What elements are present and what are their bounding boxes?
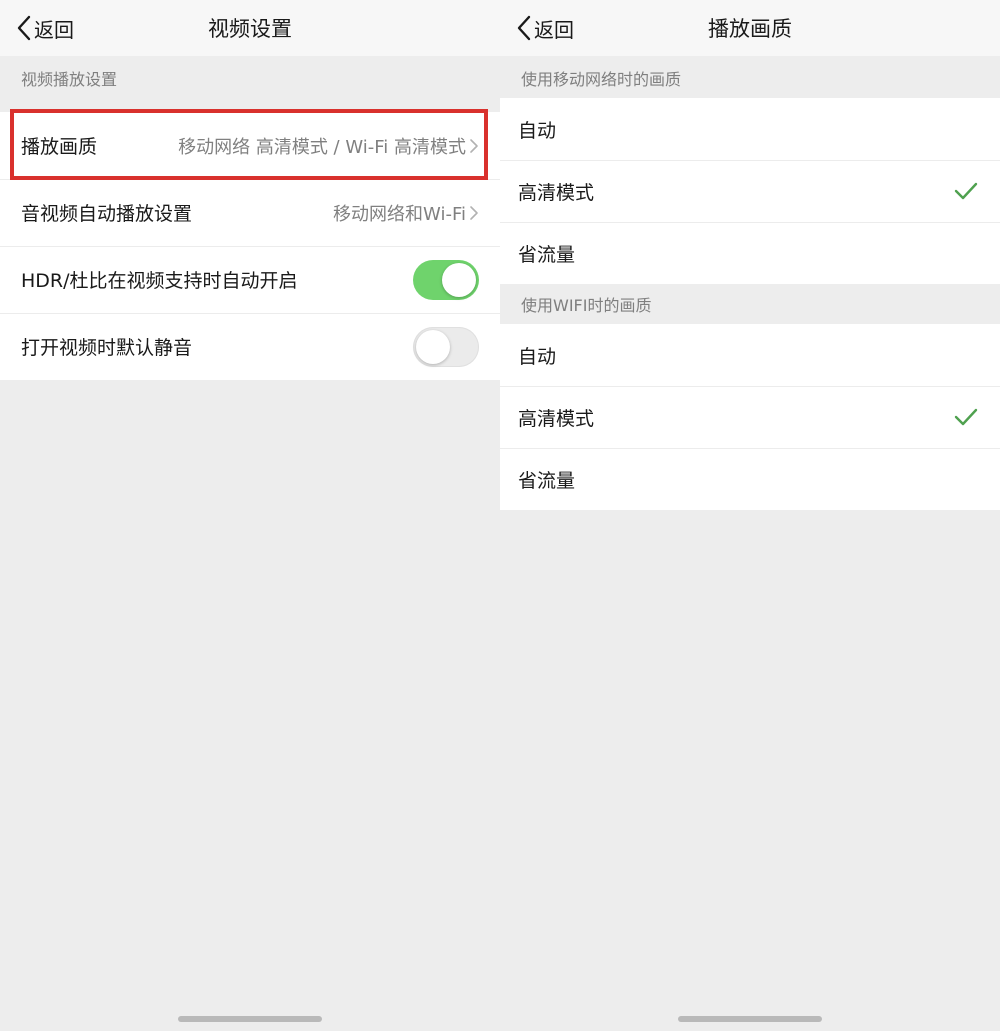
mobile-option-hd[interactable]: 高清模式 <box>500 160 1000 222</box>
chevron-right-icon <box>470 205 478 220</box>
section-header-mobile: 使用移动网络时的画质 <box>521 70 682 89</box>
settings-group: 播放画质 移动网络 高清模式 / Wi-Fi 高清模式 音视频自动播放设置 移动… <box>0 112 500 380</box>
playback-quality-row[interactable]: 播放画质 移动网络 高清模式 / Wi-Fi 高清模式 <box>0 112 500 179</box>
option-label: 自动 <box>518 119 557 142</box>
hdr-dolby-label: HDR/杜比在视频支持时自动开启 <box>21 270 298 292</box>
option-label: 高清模式 <box>518 407 595 430</box>
option-label: 省流量 <box>518 243 576 266</box>
autoplay-settings-value: 移动网络和Wi-Fi <box>333 203 466 225</box>
mobile-option-auto[interactable]: 自动 <box>500 98 1000 160</box>
default-mute-toggle[interactable] <box>413 326 479 367</box>
playback-quality-value: 移动网络 高清模式 / Wi-Fi 高清模式 <box>178 136 466 158</box>
option-label: 省流量 <box>518 469 576 492</box>
checkmark-icon <box>954 408 978 426</box>
hdr-dolby-row: HDR/杜比在视频支持时自动开启 <box>0 246 500 313</box>
mobile-option-save-data[interactable]: 省流量 <box>500 222 1000 284</box>
chevron-right-icon <box>470 138 478 153</box>
section-header-wifi: 使用WIFI时的画质 <box>521 296 652 315</box>
option-label: 高清模式 <box>518 181 595 204</box>
default-mute-row: 打开视频时默认静音 <box>0 313 500 380</box>
autoplay-settings-row[interactable]: 音视频自动播放设置 移动网络和Wi-Fi <box>0 179 500 246</box>
playback-quality-screen: 返回 播放画质 使用移动网络时的画质 自动 高清模式 省流量 使用WIFI时的画… <box>500 0 1000 1031</box>
toggle-knob <box>442 262 476 297</box>
wifi-option-auto[interactable]: 自动 <box>500 324 1000 386</box>
autoplay-settings-label: 音视频自动播放设置 <box>21 203 193 225</box>
nav-bar: 返回 播放画质 <box>500 0 1000 56</box>
checkmark-icon <box>954 182 978 200</box>
default-mute-label: 打开视频时默认静音 <box>21 337 193 359</box>
wifi-option-save-data[interactable]: 省流量 <box>500 448 1000 510</box>
wifi-quality-group: 自动 高清模式 省流量 <box>500 324 1000 510</box>
mobile-quality-group: 自动 高清模式 省流量 <box>500 98 1000 284</box>
wifi-option-hd[interactable]: 高清模式 <box>500 386 1000 448</box>
nav-bar: 返回 视频设置 <box>0 0 500 56</box>
home-indicator[interactable] <box>678 1016 822 1022</box>
page-title: 播放画质 <box>708 17 792 41</box>
hdr-dolby-toggle[interactable] <box>413 259 479 300</box>
option-label: 自动 <box>518 345 557 368</box>
section-header-playback: 视频播放设置 <box>21 70 118 89</box>
video-settings-screen: 返回 视频设置 视频播放设置 播放画质 移动网络 高清模式 / Wi-Fi 高清… <box>0 0 500 1031</box>
playback-quality-label: 播放画质 <box>21 136 98 158</box>
home-indicator[interactable] <box>178 1016 322 1022</box>
toggle-knob <box>416 329 450 364</box>
page-title: 视频设置 <box>208 17 292 41</box>
